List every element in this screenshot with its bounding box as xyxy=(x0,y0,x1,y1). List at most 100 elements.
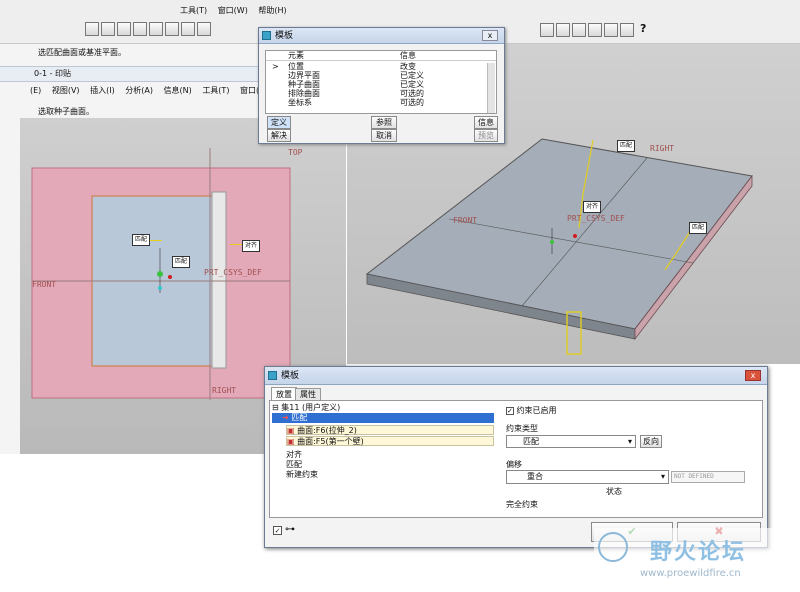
tab-properties[interactable]: 属性 xyxy=(295,388,321,400)
left-csys-label: PRT_CSYS_DEF xyxy=(204,268,262,277)
table-header: 元素 信息 xyxy=(266,51,496,61)
table-scrollbar[interactable] xyxy=(487,63,495,113)
ref-surface-2[interactable]: ▣ 曲面:F5(第一个壁) xyxy=(286,436,494,446)
watermark: 野火论坛 www.proewildfire.cn xyxy=(594,528,800,592)
ref2-label: 曲面:F5(第一个壁) xyxy=(297,437,364,446)
list-item-align[interactable]: 对齐 xyxy=(286,450,494,460)
surface-icon: ▣ xyxy=(287,437,295,446)
col-element: 元素 xyxy=(288,51,304,60)
redo-icon[interactable] xyxy=(101,22,115,36)
annotation-align[interactable]: 对齐 xyxy=(583,201,602,213)
left-front-label: FRONT xyxy=(32,280,57,289)
right-csys-label: PRT_CSYS_DEF xyxy=(567,214,625,223)
glasses-icon: ⊶ xyxy=(285,524,295,535)
menu-help[interactable]: 帮助(H) xyxy=(258,6,286,15)
offset-value-field[interactable]: NOT DEFINED xyxy=(671,471,745,483)
status-value: 完全约束 xyxy=(506,500,538,509)
cancel-button[interactable]: 取消 xyxy=(371,129,397,142)
grid-icon[interactable] xyxy=(165,22,179,36)
row-element: 位置 xyxy=(288,62,304,71)
annotation-match-2[interactable]: 匹配 xyxy=(172,256,191,268)
datum-point-icon[interactable] xyxy=(588,22,602,37)
row-info: 可选的 xyxy=(400,89,424,98)
preview-button[interactable]: 预览 xyxy=(474,129,498,142)
offset-select[interactable]: 重合 ▾ xyxy=(506,470,669,484)
whats-this-icon[interactable]: ? xyxy=(640,22,646,35)
enabled-checkbox[interactable]: ✓ xyxy=(506,407,514,415)
datum-curve-icon[interactable] xyxy=(572,22,586,37)
watermark-url: www.proewildfire.cn xyxy=(640,568,741,579)
info-button[interactable]: 信息 xyxy=(474,116,498,129)
shade-icon[interactable] xyxy=(197,22,211,36)
csys-icon[interactable] xyxy=(604,22,618,37)
dialog-titlebar[interactable]: 模板 x xyxy=(265,367,767,385)
constraint-selected[interactable]: ➜ 匹配 xyxy=(272,413,494,423)
set-tree: ⊟ 集11 (用户定义) ➜ 匹配 ▣ 曲面:F6(拉伸_2) ▣ 曲面:F5(… xyxy=(272,403,494,515)
menu-tools2[interactable]: 工具(T) xyxy=(202,86,229,95)
datum-axis-icon[interactable] xyxy=(556,22,570,37)
constraint-settings: ✓ 约束已启用 约束类型 匹配 ▾ 反向 偏移 重合 ▾ NOT DEFINED… xyxy=(502,403,760,515)
row-info: 改变 xyxy=(400,62,416,71)
dialog-titlebar[interactable]: 模板 x xyxy=(259,28,504,44)
menu-edit[interactable]: (E) xyxy=(30,86,41,95)
table-row[interactable]: 排除曲面 可选的 xyxy=(266,89,496,98)
close-icon[interactable]: x xyxy=(482,30,498,41)
enabled-label: 约束已启用 xyxy=(516,406,557,415)
set-label: 集11 (用户定义) xyxy=(281,403,341,412)
menu-view[interactable]: 视图(V) xyxy=(52,86,80,95)
dialog-app-icon xyxy=(262,31,271,40)
leader-line xyxy=(230,244,242,245)
tab-placement[interactable]: 放置 xyxy=(271,387,297,400)
surface-icon: ▣ xyxy=(287,426,295,435)
menu-tools[interactable]: 工具(T) xyxy=(180,6,207,15)
menu-insert[interactable]: 插入(I) xyxy=(90,86,115,95)
status-label: 状态 xyxy=(606,487,622,496)
offset-value: 重合 xyxy=(527,472,543,481)
constraint-type-select[interactable]: 匹配 ▾ xyxy=(506,435,636,448)
row-info: 已定义 xyxy=(400,71,424,80)
annotation-match[interactable]: 匹配 xyxy=(132,234,151,246)
menu-analysis[interactable]: 分析(A) xyxy=(125,86,153,95)
preview-checkbox[interactable]: ✓ xyxy=(273,526,282,535)
close-icon[interactable]: x xyxy=(745,370,761,381)
right-right-label: RIGHT xyxy=(650,144,675,153)
solve-button[interactable]: 解决 xyxy=(267,129,291,142)
datum-plane-icon[interactable] xyxy=(540,22,554,37)
annotation-match-2[interactable]: 匹配 xyxy=(689,222,708,234)
table-row[interactable]: 边界平面 已定义 xyxy=(266,71,496,80)
reference-button[interactable]: 参照 xyxy=(371,116,397,129)
menu-window[interactable]: 窗口(W) xyxy=(218,6,248,15)
reverse-button[interactable]: 反向 xyxy=(640,435,662,448)
table-row[interactable]: 种子曲面 已定义 xyxy=(266,80,496,89)
selected-label: 匹配 xyxy=(291,413,308,422)
row-info: 可选的 xyxy=(400,98,424,107)
menu-info[interactable]: 信息(N) xyxy=(164,86,192,95)
watermark-logo-icon xyxy=(598,532,628,562)
view-icon[interactable] xyxy=(181,22,195,36)
regenerate-icon[interactable] xyxy=(117,22,131,36)
row-element: 排除曲面 xyxy=(288,89,320,98)
paste-icon[interactable] xyxy=(149,22,163,36)
annotation-align[interactable]: 对齐 xyxy=(242,240,261,252)
dialog-app-icon xyxy=(268,371,277,380)
row-element: 种子曲面 xyxy=(288,80,320,89)
list-item-match[interactable]: 匹配 xyxy=(286,460,494,470)
watermark-title: 野火论坛 xyxy=(650,540,747,565)
window-title-text: 0-1 - 印贴 xyxy=(34,69,72,78)
annotation-match[interactable]: 匹配 xyxy=(617,140,636,152)
template-placement-dialog: 模板 x 放置 属性 ⊟ 集11 (用户定义) ➜ 匹配 ▣ 曲面:F6(拉伸_… xyxy=(264,366,768,548)
enabled-row: ✓ 约束已启用 xyxy=(506,405,557,416)
define-button[interactable]: 定义 xyxy=(267,116,291,129)
analysis-icon[interactable] xyxy=(620,22,634,37)
element-table: 元素 信息 > 位置 改变 边界平面 已定义 种子曲面 已定义 排除曲面 可选的 坐标系可… xyxy=(265,50,497,114)
copy-icon[interactable] xyxy=(133,22,147,36)
chevron-down-icon: ▾ xyxy=(627,437,632,446)
table-row[interactable]: 坐标系 可选的 xyxy=(266,98,496,107)
ref-surface-1[interactable]: ▣ 曲面:F6(拉伸_2) xyxy=(286,425,494,435)
left-right-label: RIGHT xyxy=(212,386,237,395)
undo-icon[interactable] xyxy=(85,22,99,36)
set-item[interactable]: ⊟ 集11 (用户定义) xyxy=(272,403,494,413)
offset-label: 偏移 xyxy=(506,460,522,469)
table-row[interactable]: > 位置 改变 xyxy=(266,62,496,71)
list-item-new-constraint[interactable]: 新建约束 xyxy=(286,470,494,480)
